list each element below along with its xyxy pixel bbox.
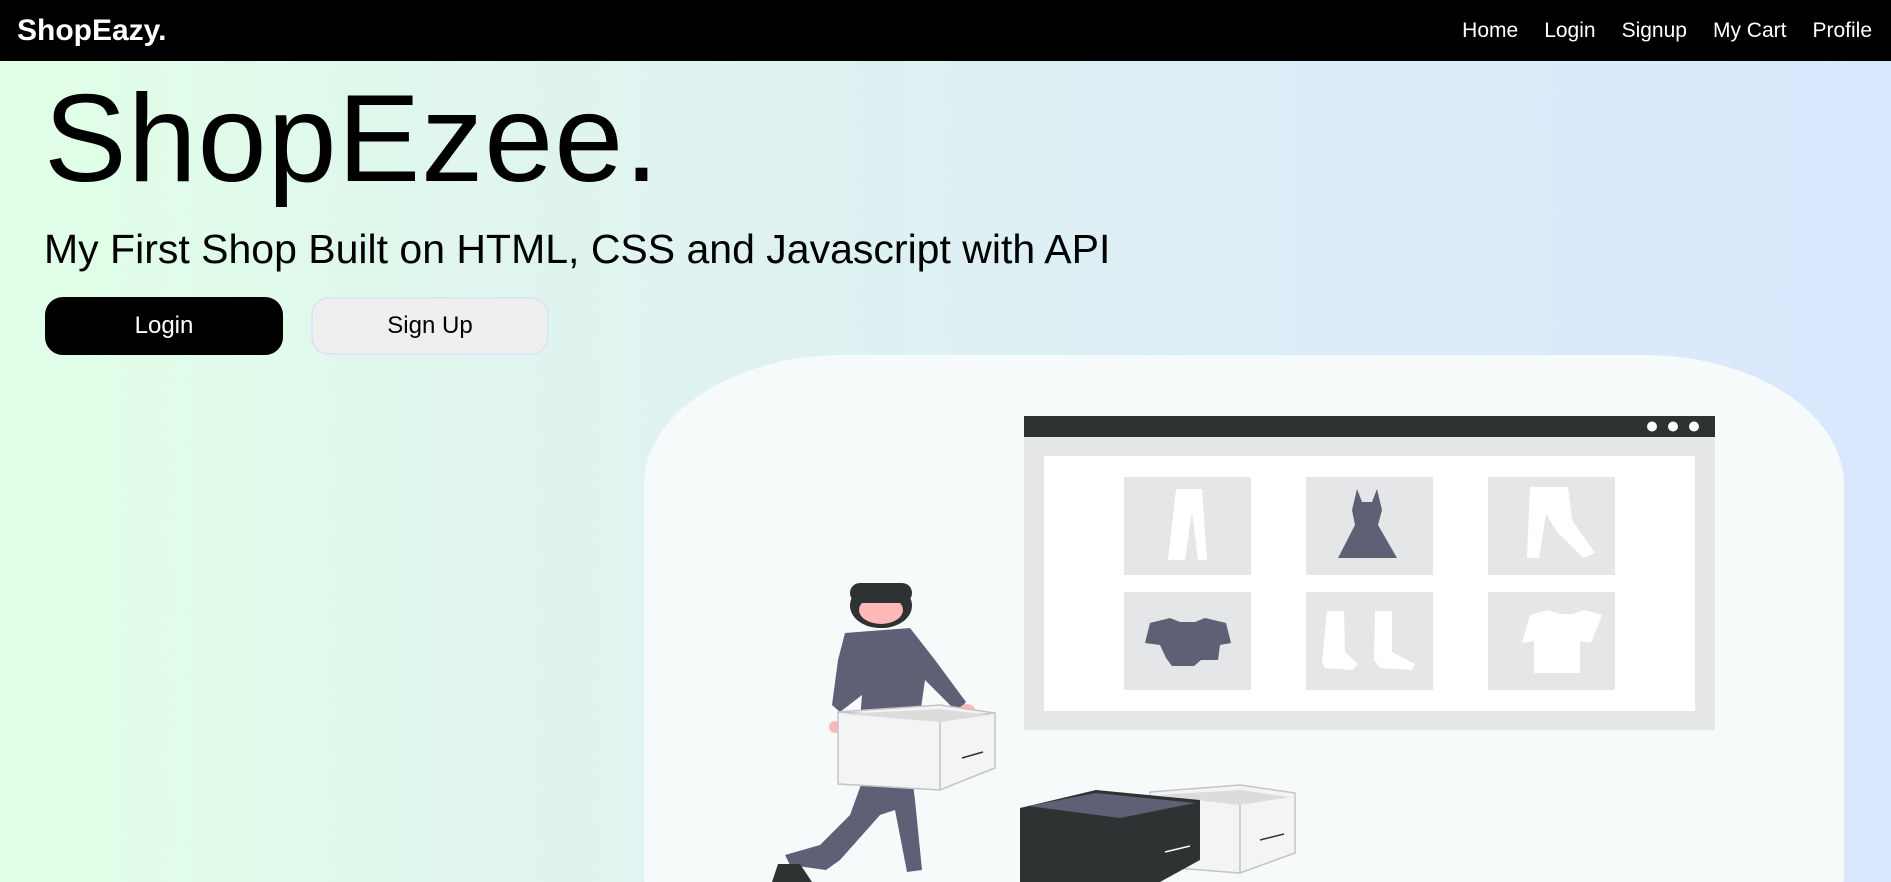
- shopping-illustration: [772, 416, 1715, 882]
- browser-window-icon: [1024, 416, 1715, 730]
- box-carried-icon: [837, 704, 996, 791]
- box-floor-dark-icon: [1020, 790, 1200, 882]
